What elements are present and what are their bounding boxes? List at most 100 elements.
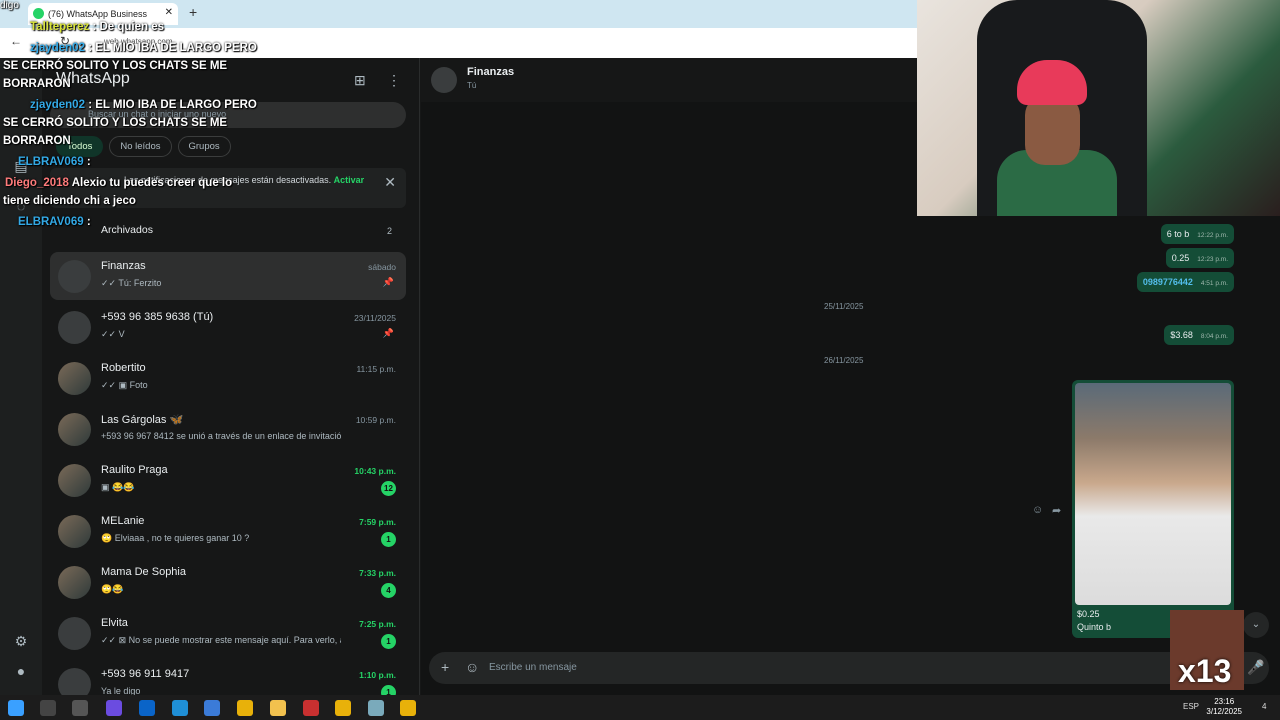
overlay-line: SE CERRÓ SOLITO Y LOS CHATS SE ME — [3, 60, 228, 72]
overlay-line: zjayden02 : EL MIO IBA DE LARGO PERO — [30, 42, 257, 54]
avatar — [58, 617, 91, 650]
store-icon[interactable] — [204, 700, 220, 716]
new-chat-icon[interactable]: ⊞ — [354, 72, 366, 89]
obs-icon[interactable] — [303, 700, 319, 716]
message-composer[interactable]: + ☺ Escribe un mensaje 🎤 — [429, 652, 1269, 684]
message-bubble[interactable]: 0.25 12:23 p.m. — [1165, 248, 1234, 268]
app-icon[interactable] — [368, 700, 384, 716]
filter-unread[interactable]: No leídos — [109, 136, 172, 157]
date-separator: 25/11/2025 — [824, 302, 864, 311]
task-view-icon[interactable] — [72, 700, 88, 716]
streamer-face — [1025, 95, 1080, 165]
archived-row[interactable]: Archivados 2 — [50, 218, 406, 242]
chat-item-mama-sophia[interactable]: Mama De Sophia 7:33 p.m. 🙄😂 4 — [50, 558, 406, 606]
close-tab-icon[interactable]: ✕ — [165, 7, 173, 18]
chat-item-self[interactable]: +593 96 385 9638 (Tú) 23/11/2025 ✓✓ V 📌 — [50, 303, 406, 351]
copilot-icon[interactable] — [106, 700, 122, 716]
chat-time: 7:25 p.m. — [359, 619, 396, 629]
overlay-line: Diego_2018 Alexio tu puedes creer que lo — [5, 177, 232, 189]
chat-item-elvita[interactable]: Elvita 7:25 p.m. ✓✓ ⊠ No se puede mostra… — [50, 609, 406, 657]
filter-groups[interactable]: Grupos — [177, 136, 231, 157]
start-icon[interactable] — [8, 700, 24, 716]
avatar — [58, 515, 91, 548]
chat-preview: ✓✓ ▣ Foto — [101, 380, 148, 390]
chat-item-finanzas[interactable]: Finanzas sábado ✓✓ Tú: Ferzito 📌 — [50, 252, 406, 300]
overlay-line: tiene diciendo chi a jeco — [3, 195, 136, 207]
chat-item-robertito[interactable]: Robertito 11:15 p.m. ✓✓ ▣ Foto — [50, 354, 406, 402]
file-explorer-icon[interactable] — [270, 700, 286, 716]
stream-emote: x13 — [1170, 610, 1244, 690]
chat-name: Las Gárgolas 🦋 — [101, 414, 184, 426]
message-bubble[interactable]: 6 to b 12:22 p.m. — [1160, 224, 1234, 244]
overlay-user: zjayden02 — [30, 42, 85, 54]
microphone-icon[interactable]: 🎤 — [1247, 659, 1264, 676]
scroll-down-icon[interactable]: ⌄ — [1243, 612, 1269, 638]
chat-item-9417[interactable]: +593 96 911 9417 1:10 p.m. Ya le digo 1 — [50, 660, 406, 695]
pin-icon: 📌 — [382, 328, 394, 338]
chat-item-raulito[interactable]: Raulito Praga 10:43 p.m. ▣ 😂😂 12 — [50, 456, 406, 504]
chat-preview: ✓✓ V — [101, 329, 125, 339]
chrome-icon[interactable] — [237, 700, 253, 716]
forward-icon[interactable]: ➦ — [1052, 504, 1061, 517]
message-bubble[interactable]: $3.68 8:04 p.m. — [1164, 325, 1234, 345]
archived-count: 2 — [386, 226, 392, 236]
notification-count[interactable]: 4 — [1262, 702, 1266, 711]
overlay-user: zjayden02 — [30, 99, 85, 111]
chat-time: sábado — [368, 262, 396, 272]
nav-rail: ▤ ◌ ⚙ ● — [0, 58, 42, 695]
attach-plus-icon[interactable]: + — [441, 659, 449, 675]
overlay-line: digo — [0, 0, 19, 11]
clock-date: 3/12/2025 — [1206, 707, 1242, 716]
streamer-hair — [1017, 60, 1087, 105]
back-icon[interactable]: ← — [10, 34, 22, 48]
react-emoji-icon[interactable]: ☺ — [1032, 504, 1043, 516]
outlook-icon[interactable] — [139, 700, 155, 716]
menu-icon[interactable]: ⋮ — [387, 72, 401, 89]
language-indicator[interactable]: ESP — [1183, 702, 1199, 711]
emoji-icon[interactable]: ☺ — [465, 659, 479, 675]
edge-icon[interactable] — [172, 700, 188, 716]
system-clock[interactable]: 23:16 3/12/2025 — [1206, 697, 1242, 717]
chat-item-gargolas[interactable]: Las Gárgolas 🦋 10:59 p.m. +593 96 967 84… — [50, 405, 406, 453]
photo-message[interactable]: $0.25 Quinto b — [1072, 380, 1234, 638]
avatar — [58, 413, 91, 446]
new-tab-icon[interactable]: + — [189, 4, 197, 20]
chat-preview: 🙄 Elviaaa , no te quieres ganar 10 ? — [101, 533, 250, 543]
tab-title: (76) WhatsApp Business — [48, 9, 148, 19]
close-banner-icon[interactable]: ✕ — [384, 174, 396, 191]
overlay-user: Tallteperez — [30, 21, 90, 33]
overlay-text: : De quien es — [92, 21, 165, 33]
conversation-header[interactable]: Finanzas Tú — [421, 58, 917, 102]
chrome-icon[interactable] — [335, 700, 351, 716]
chat-preview: ▣ 😂😂 — [101, 482, 135, 492]
unread-badge: 12 — [381, 481, 396, 496]
message-bubble[interactable]: 0989776442 4:51 p.m. — [1136, 272, 1234, 292]
chat-preview: +593 96 967 8412 se unió a través de un … — [101, 431, 341, 441]
chat-name: +593 96 911 9417 — [101, 668, 190, 680]
chat-time: 7:59 p.m. — [359, 517, 396, 527]
chat-time: 11:15 p.m. — [356, 364, 396, 374]
chat-time: 10:59 p.m. — [355, 415, 396, 425]
date-separator: 26/11/2025 — [824, 356, 864, 365]
unread-badge: 1 — [381, 685, 396, 695]
message-time: 12:22 p.m. — [1197, 232, 1228, 239]
overlay-line: ELBRAV069 : — [18, 156, 91, 168]
overlay-line: zjayden02 : EL MIO IBA DE LARGO PERO — [30, 99, 257, 111]
unread-badge: 1 — [381, 532, 396, 547]
webcam-overlay — [917, 0, 1280, 216]
chat-name: MELanie — [101, 515, 145, 527]
compose-input[interactable]: Escribe un mensaje — [489, 662, 577, 673]
overlay-user: ELBRAV069 — [18, 216, 84, 228]
chrome-active-icon[interactable] — [400, 700, 416, 716]
search-icon[interactable] — [40, 700, 56, 716]
chat-name: Robertito — [101, 362, 146, 374]
overlay-user: Diego_2018 — [5, 177, 69, 189]
phone-link[interactable]: 0989776442 — [1143, 277, 1193, 287]
chat-item-melanie[interactable]: MELanie 7:59 p.m. 🙄 Elviaaa , no te quie… — [50, 507, 406, 555]
filter-chips: Todos No leídos Grupos — [56, 136, 231, 157]
activate-link[interactable]: Activar — [334, 175, 365, 185]
message-time: 12:23 p.m. — [1197, 256, 1228, 263]
profile-icon[interactable]: ● — [12, 663, 30, 681]
settings-icon[interactable]: ⚙ — [12, 633, 30, 651]
photo-image[interactable] — [1075, 383, 1231, 605]
